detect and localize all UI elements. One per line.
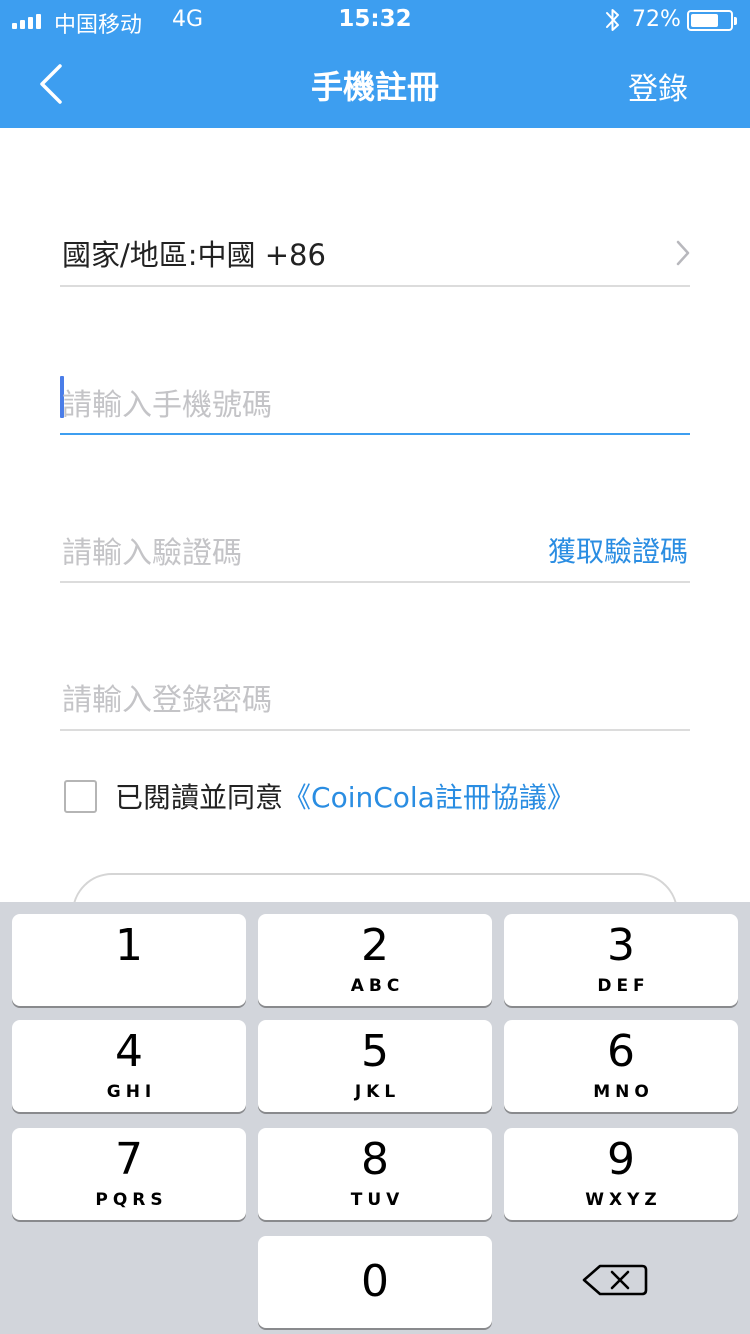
password-input-underline [60, 729, 690, 731]
key-2-letters: ABC [350, 976, 405, 996]
app-header: 中国移动 4G 15:32 72% 手機註冊 登錄 [0, 0, 750, 128]
key-3-number: 3 [607, 920, 635, 971]
key-0-number: 0 [361, 1256, 389, 1307]
key-6[interactable]: 6 MNO [504, 1020, 738, 1112]
key-9[interactable]: 9 WXYZ [504, 1128, 738, 1220]
key-6-number: 6 [607, 1026, 635, 1077]
key-8[interactable]: 8 TUV [258, 1128, 492, 1220]
agreement-link[interactable]: 《CoinCola註冊協議》 [283, 776, 575, 816]
battery-percent: 72% [632, 7, 681, 32]
country-divider [60, 285, 690, 287]
agree-checkbox[interactable] [64, 779, 97, 813]
key-5-number: 5 [361, 1026, 389, 1077]
chevron-right-icon [676, 240, 690, 266]
get-code-button[interactable]: 獲取驗證碼 [548, 530, 688, 570]
bluetooth-icon [606, 9, 619, 31]
key-3[interactable]: 3 DEF [504, 914, 738, 1006]
password-input[interactable]: 請輸入登錄密碼 [62, 675, 272, 719]
key-4[interactable]: 4 GHI [12, 1020, 246, 1112]
key-1[interactable]: 1 [12, 914, 246, 1006]
key-6-letters: MNO [593, 1082, 654, 1102]
agreement-row: 已閱讀並同意 《CoinCola註冊協議》 [64, 776, 575, 816]
key-2[interactable]: 2 ABC [258, 914, 492, 1006]
phone-input[interactable]: 請輸入手機號碼 [62, 380, 272, 424]
key-2-number: 2 [361, 920, 389, 971]
key-5-letters: JKL [354, 1082, 401, 1102]
agree-text: 已閱讀並同意 [115, 781, 284, 814]
phone-input-underline [60, 433, 690, 435]
status-bar: 中国移动 4G 15:32 72% [0, 0, 750, 40]
key-0[interactable]: 0 [258, 1236, 492, 1328]
login-button[interactable]: 登錄 [628, 64, 688, 108]
key-9-letters: WXYZ [585, 1190, 662, 1210]
country-selector[interactable]: 國家/地區:中國 +86 [62, 232, 326, 274]
key-3-letters: DEF [597, 976, 650, 996]
key-4-number: 4 [115, 1026, 143, 1077]
key-7[interactable]: 7 PQRS [12, 1128, 246, 1220]
key-7-letters: PQRS [95, 1190, 168, 1210]
battery-icon [687, 10, 737, 31]
delete-backspace-icon[interactable] [580, 1258, 650, 1302]
key-9-number: 9 [607, 1134, 635, 1185]
verification-code-input[interactable]: 請輸入驗證碼 [62, 528, 242, 572]
key-1-number: 1 [115, 920, 143, 971]
key-8-letters: TUV [350, 1190, 405, 1210]
key-7-number: 7 [115, 1134, 143, 1185]
key-4-letters: GHI [106, 1082, 157, 1102]
code-input-underline [60, 581, 690, 583]
key-8-number: 8 [361, 1134, 389, 1185]
key-5[interactable]: 5 JKL [258, 1020, 492, 1112]
